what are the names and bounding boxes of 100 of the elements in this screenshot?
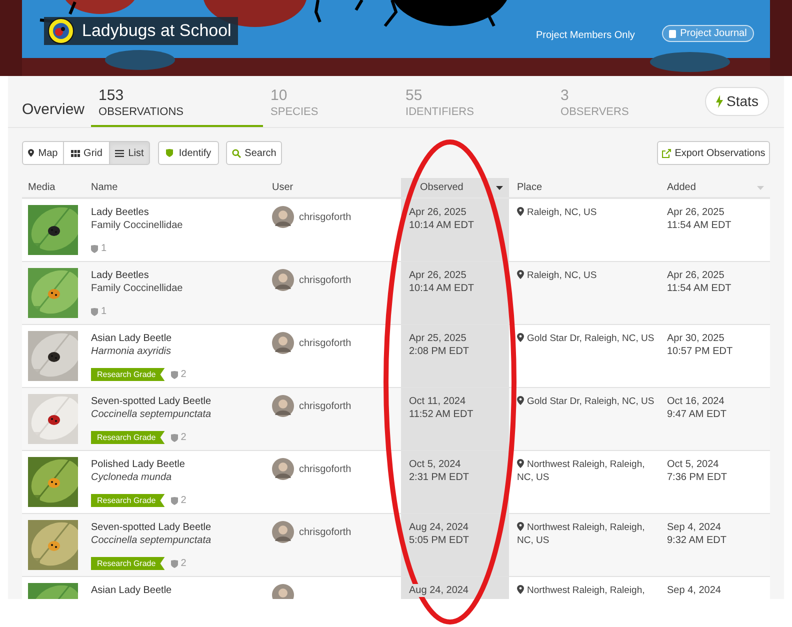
- table-row[interactable]: Seven-spotted Lady Beetle Coccinella septempunctata Research Grade 2 chrisgoforth Oct 11, 2024 11:52 AM EDT Gold Star Dr, Raleigh, NC, US Oct 16, 2024 9:47 AM EDT: [22, 388, 770, 451]
- user-link[interactable]: chrisgoforth: [299, 273, 352, 288]
- added-date: 7:36 PM EDT: [667, 471, 728, 484]
- column-header[interactable]: Place: [509, 178, 659, 197]
- identification-count: 2: [180, 494, 186, 507]
- added-date: Apr 26, 2025: [667, 269, 726, 282]
- common-name[interactable]: Lady Beetles: [91, 206, 149, 219]
- scientific-name[interactable]: Coccinella septempunctata: [91, 408, 212, 421]
- table-row[interactable]: Seven-spotted Lady Beetle Coccinella septempunctata Research Grade 2 chrisgoforth Aug 24, 2024 5:05 PM EDT Northwest Raleigh, Raleigh, NC, US Sep 4, 2024 9:32 AM EDT: [22, 514, 770, 577]
- table-row[interactable]: Lady Beetles Family Coccinellidae 1 chrisgoforth Apr 26, 2025 10:14 AM EDT Raleigh, NC, US Apr 26, 2025 11:54 AM EDT: [22, 199, 770, 262]
- list-icon: [115, 150, 124, 156]
- place-text: Raleigh, NC, US: [517, 270, 597, 281]
- grid-icon: [70, 150, 80, 156]
- grid-view-button[interactable]: Grid: [63, 141, 110, 165]
- observed-date: Oct 11, 2024: [409, 395, 466, 408]
- common-name[interactable]: Seven-spotted Lady Beetle: [91, 395, 212, 408]
- export-button[interactable]: Export Observations: [657, 141, 770, 165]
- table-row[interactable]: Asian Lady Beetle Aug 24, 2024 Northwest Raleigh, Raleigh, Sep 4, 2024: [22, 577, 770, 599]
- place-text: Northwest Raleigh, Raleigh,: [517, 585, 645, 596]
- overview-tab[interactable]: Overview: [22, 98, 85, 127]
- place-text: Raleigh, NC, US: [517, 207, 597, 218]
- quality-grade-badge: Research Grade: [91, 431, 165, 444]
- column-header[interactable]: User: [272, 178, 401, 197]
- place-text: Northwest Raleigh, Raleigh, NC, US: [517, 522, 645, 546]
- project-title: Ladybugs at School: [82, 20, 232, 42]
- shield-icon: [170, 560, 178, 568]
- identification-count: 2: [180, 557, 186, 570]
- identification-count: 2: [180, 431, 186, 444]
- scientific-name[interactable]: Family Coccinellidae: [91, 219, 183, 232]
- added-date: Sep 4, 2024: [667, 521, 722, 534]
- added-date: Sep 4, 2024: [667, 584, 722, 597]
- scientific-name[interactable]: Cycloneda munda: [91, 471, 172, 484]
- identification-count: 1: [101, 305, 107, 318]
- sort-caret-icon: [757, 186, 764, 190]
- shield-icon: [170, 370, 178, 378]
- added-date: Oct 5, 2024: [667, 458, 720, 471]
- stat-tab[interactable]: 153 OBSERVATIONS: [90, 76, 263, 127]
- user-link[interactable]: chrisgoforth: [299, 336, 352, 351]
- user-link[interactable]: chrisgoforth: [299, 399, 352, 414]
- quality-grade-badge: Research Grade: [91, 557, 165, 570]
- identify-button[interactable]: Identify: [158, 141, 219, 165]
- scientific-name[interactable]: Coccinella septempunctata: [91, 534, 212, 547]
- avatar: [272, 458, 294, 480]
- map-pin-icon: [517, 459, 524, 468]
- column-header[interactable]: Added: [659, 178, 770, 197]
- common-name[interactable]: Lady Beetles: [91, 269, 149, 282]
- added-date: Oct 16, 2024: [667, 395, 726, 408]
- map-pin-icon: [517, 585, 524, 594]
- added-date: 11:54 AM EDT: [667, 219, 732, 232]
- avatar: [272, 395, 294, 417]
- observed-date: Aug 24, 2024: [409, 584, 468, 597]
- map-pin-icon: [28, 149, 34, 157]
- column-header[interactable]: Name: [91, 178, 272, 197]
- place-text: Gold Star Dr, Raleigh, NC, US: [517, 396, 654, 407]
- identification-count: 2: [180, 368, 186, 381]
- common-name[interactable]: Polished Lady Beetle: [91, 458, 185, 471]
- observed-date: Apr 25, 2025: [409, 332, 466, 345]
- column-header[interactable]: Media: [22, 178, 91, 197]
- common-name[interactable]: Seven-spotted Lady Beetle: [91, 521, 212, 534]
- avatar: [272, 206, 294, 228]
- shield-icon: [170, 434, 178, 442]
- user-link[interactable]: chrisgoforth: [299, 525, 352, 540]
- table-row[interactable]: Asian Lady Beetle Harmonia axyridis Research Grade 2 chrisgoforth Apr 25, 2025 2:08 PM EDT Gold Star Dr, Raleigh, NC, US Apr 30, 2025 10:57 PM EDT: [22, 325, 770, 388]
- user-link[interactable]: chrisgoforth: [299, 210, 352, 225]
- observed-date: Apr 26, 2025: [409, 269, 466, 282]
- avatar: [272, 269, 294, 291]
- scientific-name[interactable]: Family Coccinellidae: [91, 282, 183, 295]
- identification-count: 1: [101, 242, 107, 255]
- table-row[interactable]: Lady Beetles Family Coccinellidae 1 chrisgoforth Apr 26, 2025 10:14 AM EDT Raleigh, NC, US Apr 26, 2025 11:54 AM EDT: [22, 262, 770, 325]
- added-date: 11:54 AM EDT: [667, 282, 732, 295]
- stats-button[interactable]: Stats: [705, 87, 769, 116]
- map-view-button[interactable]: Map: [22, 141, 64, 165]
- search-icon: [232, 148, 241, 158]
- column-header[interactable]: Observed: [401, 178, 509, 197]
- shield-icon: [170, 496, 178, 504]
- membership-note: Project Members Only: [536, 29, 635, 43]
- scientific-name[interactable]: Harmonia axyridis: [91, 345, 172, 358]
- quality-grade-badge: Research Grade: [91, 368, 165, 381]
- map-pin-icon: [517, 396, 524, 405]
- common-name[interactable]: Asian Lady Beetle: [91, 332, 172, 345]
- avatar: [272, 521, 294, 543]
- added-date: Apr 30, 2025: [667, 332, 726, 345]
- user-link[interactable]: chrisgoforth: [299, 462, 352, 477]
- observed-date: Aug 24, 2024: [409, 521, 468, 534]
- common-name[interactable]: Asian Lady Beetle: [91, 584, 172, 597]
- added-date: Apr 26, 2025: [667, 206, 726, 219]
- sort-caret-icon: [496, 186, 503, 190]
- shield-icon: [91, 244, 98, 252]
- list-view-button[interactable]: List: [109, 141, 150, 165]
- added-date: 9:47 AM EDT: [667, 408, 728, 421]
- shield-icon: [166, 149, 173, 157]
- quality-grade-badge: Research Grade: [91, 494, 165, 507]
- avatar: [272, 332, 294, 354]
- map-pin-icon: [517, 270, 524, 279]
- map-pin-icon: [517, 522, 524, 531]
- search-button[interactable]: Search: [226, 141, 282, 165]
- table-row[interactable]: Polished Lady Beetle Cycloneda munda Research Grade 2 chrisgoforth Oct 5, 2024 2:31 PM EDT Northwest Raleigh, Raleigh, NC, US Oct 5, 2024 7:36 PM EDT: [22, 451, 770, 514]
- map-pin-icon: [517, 333, 524, 342]
- project-logo-icon: [48, 18, 74, 44]
- observed-date: Apr 26, 2025: [409, 206, 466, 219]
